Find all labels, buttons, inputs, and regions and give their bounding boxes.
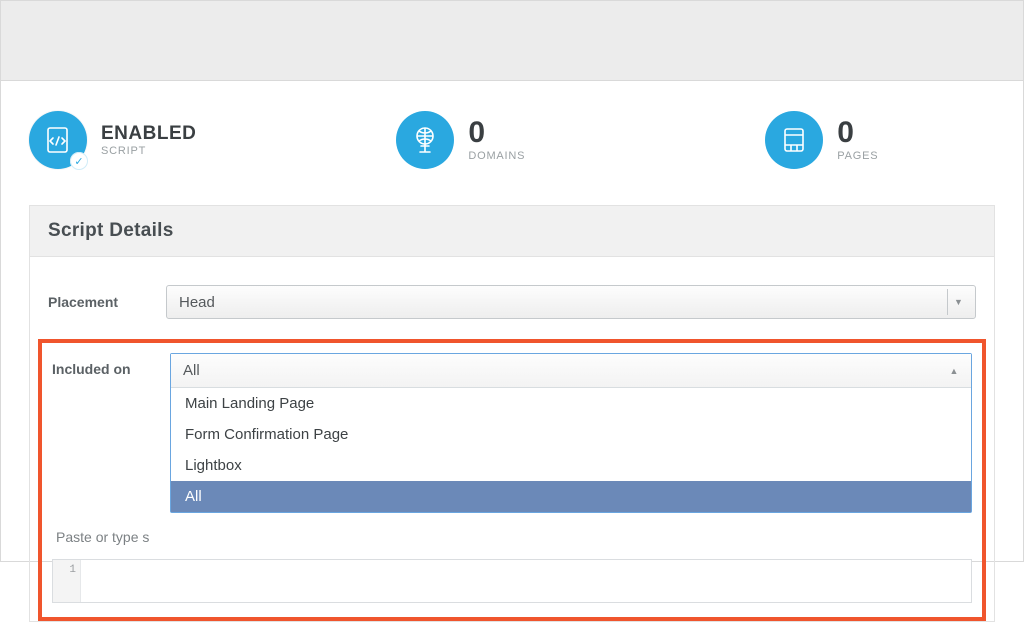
included-on-select-header[interactable]: All ▲ xyxy=(171,354,971,388)
stat-pages-value: 0 xyxy=(837,118,878,148)
option-form-confirmation-page[interactable]: Form Confirmation Page xyxy=(171,419,971,450)
script-prompt: Paste or type s xyxy=(56,529,972,545)
pages-icon xyxy=(765,111,823,169)
top-bar xyxy=(1,1,1023,81)
option-main-landing-page[interactable]: Main Landing Page xyxy=(171,388,971,419)
chevron-up-icon: ▲ xyxy=(943,358,965,384)
placement-row: Placement Head ▼ xyxy=(30,277,994,333)
included-on-highlight: Included on All ▲ Main Landing Page Form… xyxy=(38,339,986,621)
stat-script-label: SCRIPT xyxy=(101,145,196,157)
check-badge-icon: ✓ xyxy=(70,152,88,170)
stat-domains: 0 DOMAINS xyxy=(396,111,525,169)
stat-pages-label: PAGES xyxy=(837,150,878,162)
stats-row: ✓ ENABLED SCRIPT 0 DOMAINS xyxy=(29,111,995,169)
included-on-label: Included on xyxy=(52,353,170,377)
included-on-select[interactable]: All ▲ Main Landing Page Form Confirmatio… xyxy=(170,353,972,513)
stat-domains-value: 0 xyxy=(468,118,525,148)
stat-pages: 0 PAGES xyxy=(765,111,878,169)
placement-value: Head xyxy=(179,294,215,311)
option-all[interactable]: All xyxy=(171,481,971,512)
placement-label: Placement xyxy=(48,294,166,310)
script-details-panel: Script Details Placement Head ▼ Included… xyxy=(29,205,995,622)
code-gutter: 1 xyxy=(53,560,81,602)
placement-select[interactable]: Head ▼ xyxy=(166,285,976,319)
included-on-value: All xyxy=(183,362,200,379)
script-icon: ✓ xyxy=(29,111,87,169)
code-editor[interactable]: 1 xyxy=(52,559,972,603)
stat-script-value: ENABLED xyxy=(101,124,196,143)
included-on-options: Main Landing Page Form Confirmation Page… xyxy=(171,388,971,512)
option-lightbox[interactable]: Lightbox xyxy=(171,450,971,481)
line-number-1: 1 xyxy=(69,564,76,576)
stat-domains-label: DOMAINS xyxy=(468,150,525,162)
chevron-down-icon: ▼ xyxy=(947,289,969,315)
stat-script: ✓ ENABLED SCRIPT xyxy=(29,111,196,169)
globe-icon xyxy=(396,111,454,169)
panel-title: Script Details xyxy=(29,205,995,257)
